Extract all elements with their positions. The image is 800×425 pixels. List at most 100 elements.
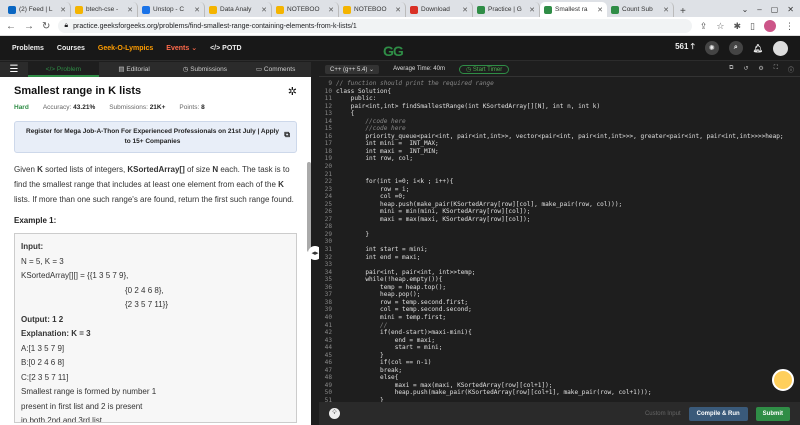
browser-tab[interactable]: NOTEBOO ✕ [339,2,406,17]
editor-toolbar: C++ (g++ 5.4) ⌄ Average Time: 40m ◷ Star… [319,62,800,77]
close-tab-icon[interactable]: ✕ [194,6,200,14]
close-tab-icon[interactable]: ✕ [597,6,603,14]
code-text: heap.push(make_pair(KSortedArray[row][co… [336,200,623,208]
new-tab-icon[interactable]: + [674,6,692,17]
profile-avatar[interactable] [764,20,776,32]
lightbulb-icon[interactable]: 💡︎ [329,408,340,419]
problem-meta: Hard Accuracy: 43.21% Submissions: 21K+ … [14,104,205,111]
code-area[interactable]: 9 // function should print the required r… [319,80,800,402]
code-line: 15 //code here [319,125,800,133]
code-text: maxi = max(maxi, KSortedArray[row][col])… [336,215,531,223]
close-tab-icon[interactable]: ✕ [462,6,468,14]
start-timer-button[interactable]: ◷ Start Timer [458,64,510,74]
reset-icon[interactable]: ↺ [743,65,748,74]
tab-problem[interactable]: </> Problem [28,62,99,77]
search-icon[interactable]: ⌕ [728,41,743,55]
reload-icon[interactable]: ↻ [42,21,50,32]
settings-icon[interactable]: ⚙ [758,65,763,74]
accuracy-value: 43.21% [73,104,96,111]
tab-search-icon[interactable]: ⌄ [742,5,749,14]
browser-tab[interactable]: Smallest ra ✕ [540,2,607,17]
nav-potd[interactable]: </> POTD [210,45,242,52]
nav-courses[interactable]: Courses [57,45,85,52]
share-icon[interactable]: ⇪ [700,21,708,32]
code-text: //code here [336,117,406,125]
language-select[interactable]: C++ (g++ 5.4) ⌄ [325,64,380,74]
theme-toggle-icon[interactable]: ✺ [704,41,719,55]
favicon-icon [8,5,16,14]
close-tab-icon[interactable]: ✕ [261,6,267,14]
maximize-icon[interactable]: ▢ [771,5,779,14]
url-text: practice.geeksforgeeks.org/problems/find… [73,22,357,30]
line-number: 42 [324,329,332,337]
nav-events[interactable]: Events ⌄ [166,44,197,52]
sidebar-icon[interactable]: ▯ [750,21,755,32]
code-text: priority_queue<pair<int, pair<int,int>>,… [336,132,784,140]
chrome-menu-icon[interactable]: ⋮ [785,21,794,32]
close-tab-icon[interactable]: ✕ [395,6,401,14]
line-number: 30 [324,238,332,246]
favicon-icon [477,5,485,14]
extensions-icon[interactable]: ✱ [734,21,742,32]
browser-tab[interactable]: btech-cse - ✕ [71,2,138,17]
code-text: mini = temp.first; [336,313,447,321]
code-text: if(end-start)>maxi-mini){ [336,329,472,337]
submit-button[interactable]: Submit [755,406,790,421]
nav-geek-o-lympics[interactable]: Geek-O-Lympics [98,45,153,52]
code-text: temp = heap.top(); [336,283,447,291]
line-number: 48 [324,374,332,382]
code-text: col =0; [336,193,406,201]
code-line: 30 [319,238,800,246]
line-number: 49 [324,381,332,389]
assistant-avatar[interactable] [772,369,794,391]
custom-input-button[interactable]: Custom Input [645,411,681,417]
close-tab-icon[interactable]: ✕ [127,6,133,14]
line-number: 38 [324,298,332,306]
close-tab-icon[interactable]: ✕ [60,6,66,14]
browser-tab[interactable]: Download ✕ [406,2,473,17]
tab-submissions[interactable]: ◷ Submissions [170,62,241,77]
code-text: if(col == n-1) [336,359,432,367]
gfg-logo[interactable]: GG [383,43,404,59]
tab-comments[interactable]: ▭ Comments [240,62,311,77]
panel-divider[interactable]: ◂▸ [308,62,322,425]
back-icon[interactable]: ← [6,21,16,32]
close-tab-icon[interactable]: ✕ [663,6,669,14]
address-bar[interactable]: 🔒︎ practice.geeksforgeeks.org/problems/f… [58,19,692,33]
compile-run-button[interactable]: Compile & Run [688,406,748,421]
bookmark-star-icon[interactable]: ☆ [716,21,724,32]
browser-tab[interactable]: Unstop - C ✕ [138,2,205,17]
info-icon[interactable]: ⓘ [788,65,794,74]
minimize-icon[interactable]: – [757,5,761,14]
code-line: 11 public: [319,95,800,103]
line-number: 12 [324,102,332,110]
line-number: 41 [324,321,332,329]
browser-tab[interactable]: Practice | G ✕ [473,2,540,17]
browser-tab[interactable]: Data Analy ✕ [205,2,272,17]
streak-count[interactable]: 561 🡑 [675,41,695,55]
favicon-icon [544,5,552,14]
forward-icon[interactable]: → [24,21,34,32]
bug-report-icon[interactable]: ✲ [288,85,297,98]
code-line: 12 pair<int,int> findSmallestRange(int K… [319,103,800,111]
nav-problems[interactable]: Problems [12,45,44,52]
bell-icon[interactable]: 🔔︎ [753,44,763,53]
browser-tab-label: Practice | G [488,6,522,13]
browser-tab[interactable]: NOTEBOO ✕ [272,2,339,17]
close-tab-icon[interactable]: ✕ [529,6,535,14]
line-number: 19 [324,155,332,163]
tab-editorial[interactable]: ▤ Editorial [99,62,170,77]
code-text: row = i; [336,185,410,193]
code-text: while(!heap.empty()){ [336,276,443,284]
code-line: 10 class Solution{ [319,88,800,96]
fullscreen-icon[interactable]: ⛶ [774,65,778,74]
job-a-thon-banner[interactable]: Register for Mega Job-A-Thon For Experie… [14,121,297,153]
code-text: col = temp.second.second; [336,306,472,314]
browser-tab[interactable]: Count Sub ✕ [607,2,674,17]
hamburger-icon[interactable]: ☰ [0,64,28,75]
browser-tab[interactable]: (2) Feed | L ✕ [4,2,71,17]
close-tab-icon[interactable]: ✕ [328,6,334,14]
user-avatar[interactable] [773,40,788,56]
close-window-icon[interactable]: ✕ [787,5,794,14]
copy-icon[interactable]: ⧉ [729,65,733,74]
